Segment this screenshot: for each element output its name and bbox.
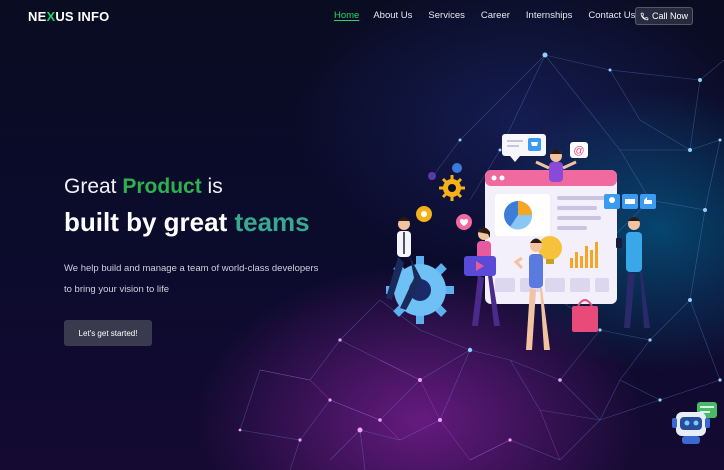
small-gear-icon (428, 172, 436, 180)
cart-icon (528, 138, 541, 151)
message-icon (622, 194, 638, 209)
hero-subtitle-line1: We help build and manage a team of world… (64, 263, 319, 274)
call-now-button[interactable]: Call Now (635, 7, 693, 25)
call-now-label: Call Now (651, 11, 688, 21)
heart-icon (456, 214, 472, 230)
nav-links: Home About Us Services Career Internship… (334, 10, 651, 21)
hero-heading-line1: Great Product is (64, 175, 223, 199)
logo-x: X (46, 9, 56, 24)
gear-icon (439, 175, 465, 201)
cart-bubble (502, 134, 546, 162)
hero-line1-post: is (201, 175, 223, 198)
hero-line2-pre: built by great (64, 207, 235, 237)
nav-about-us[interactable]: About Us (373, 10, 412, 21)
video-icon (464, 256, 496, 276)
hero-subtitle: We help build and manage a team of world… (64, 258, 354, 300)
person-right (616, 217, 650, 328)
landing-page: NEXUS INFO Home About Us Services Career… (0, 0, 724, 470)
nav-home[interactable]: Home (334, 10, 359, 21)
phone-icon (640, 12, 649, 20)
at-symbol: @ (573, 145, 584, 157)
user-icon (604, 194, 620, 209)
get-started-button[interactable]: Let's get started! (64, 320, 152, 346)
nav-internships[interactable]: Internships (526, 10, 572, 21)
nav-services[interactable]: Services (428, 10, 464, 21)
lightbulb-bubble (416, 206, 432, 222)
like-icon (640, 194, 656, 209)
hero-line1-pre: Great (64, 175, 123, 198)
logo-suffix: US INFO (55, 9, 110, 24)
hero-heading-line2: built by great teams (64, 207, 310, 238)
logo-prefix: NE (28, 9, 47, 24)
top-nav: NEXUS INFO Home About Us Services Career… (0, 0, 724, 34)
hero-line2-accent: teams (234, 207, 310, 237)
nav-career[interactable]: Career (481, 10, 510, 21)
nav-contact-us[interactable]: Contact Us (588, 10, 635, 21)
hero-line1-accent: Product (122, 175, 202, 198)
chat-bot-icon[interactable] (670, 400, 720, 446)
shopping-bag-icon (572, 299, 598, 332)
brand-logo[interactable]: NEXUS INFO (28, 9, 109, 24)
team-illustration: @ (386, 134, 656, 350)
email-bubble: @ (570, 142, 588, 158)
small-gear-icon (452, 163, 462, 173)
hero-subtitle-line2: to bring your vision to life (64, 284, 170, 295)
